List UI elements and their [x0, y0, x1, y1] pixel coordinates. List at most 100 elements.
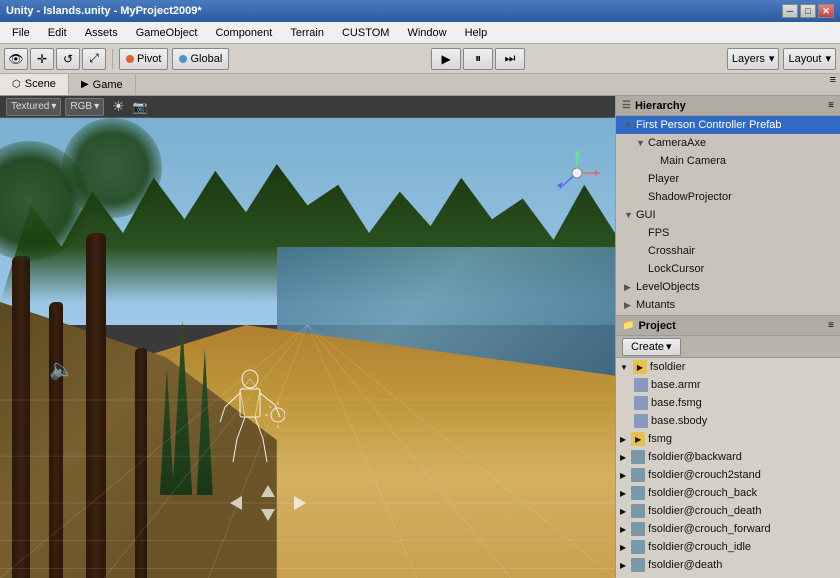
hierarchy-item-8[interactable]: LockCursor — [616, 260, 840, 278]
project-label-4: fsmg — [648, 433, 672, 445]
menu-file[interactable]: File — [4, 25, 38, 41]
hierarchy-item-2[interactable]: Main Camera — [616, 152, 840, 170]
hierarchy-label-10: Mutants — [636, 299, 675, 311]
rotate-tool-button[interactable]: ↺ — [56, 48, 80, 70]
color-mode-dropdown[interactable]: RGB ▾ — [65, 98, 104, 116]
hierarchy-collapse-btn[interactable]: ≡ — [828, 100, 834, 111]
hierarchy-label-2: Main Camera — [660, 155, 726, 167]
tree-trunk-4 — [135, 348, 147, 578]
project-label-6: fsoldier@crouch2stand — [648, 469, 761, 481]
anim-icon-8 — [631, 504, 645, 518]
expand-11: ▶ — [620, 561, 626, 570]
hierarchy-label-7: Crosshair — [648, 245, 695, 257]
global-icon — [179, 55, 187, 63]
project-item-8[interactable]: ▶ fsoldier@crouch_death — [616, 502, 840, 520]
project-item-7[interactable]: ▶ fsoldier@crouch_back — [616, 484, 840, 502]
scene-tab-label: Scene — [25, 78, 56, 90]
maximize-button[interactable]: □ — [800, 4, 816, 18]
tab-game[interactable]: ▶ Game — [69, 74, 136, 95]
step-button[interactable]: ⏭ — [495, 48, 525, 70]
menu-help[interactable]: Help — [457, 25, 496, 41]
minimize-button[interactable]: ─ — [782, 4, 798, 18]
layout-label: Layout — [788, 53, 821, 65]
hierarchy-item-1[interactable]: ▼ CameraAxe — [616, 134, 840, 152]
scale-tool-button[interactable]: ⤢ — [82, 48, 106, 70]
expand-arrow-0: ▼ — [624, 120, 634, 130]
hierarchy-item-11[interactable]: Performance — [616, 314, 840, 315]
hierarchy-label-9: LevelObjects — [636, 281, 700, 293]
project-item-1[interactable]: base.armr — [616, 376, 840, 394]
eye-tool-button[interactable]: 👁 — [4, 48, 28, 70]
expand-5: ▶ — [620, 453, 626, 462]
separator-1 — [112, 49, 113, 69]
shading-dropdown-arrow: ▾ — [51, 101, 56, 112]
tab-scene[interactable]: ⬡ Scene — [0, 74, 69, 95]
project-collapse-btn[interactable]: ≡ — [828, 320, 834, 331]
pivot-icon — [126, 55, 134, 63]
anim-icon-7 — [631, 486, 645, 500]
pause-button[interactable]: ⏸ — [463, 48, 493, 70]
expand-8: ▶ — [620, 507, 626, 516]
tree-trunk-2 — [49, 302, 63, 578]
project-item-6[interactable]: ▶ fsoldier@crouch2stand — [616, 466, 840, 484]
hierarchy-item-0[interactable]: ▼ First Person Controller Prefab — [616, 116, 840, 134]
menu-assets[interactable]: Assets — [77, 25, 126, 41]
expand-10: ▶ — [620, 543, 626, 552]
project-item-0[interactable]: ▼ ▶ fsoldier — [616, 358, 840, 376]
expand-arrow-1: ▼ — [636, 138, 646, 148]
create-arrow: ▾ — [666, 340, 672, 353]
menu-component[interactable]: Component — [207, 25, 280, 41]
hierarchy-header: ☰ Hierarchy ≡ — [616, 96, 840, 116]
close-button[interactable]: ✕ — [818, 4, 834, 18]
right-panel: ☰ Hierarchy ≡ ▼ First Person Controller … — [615, 96, 840, 578]
color-dropdown-arrow: ▾ — [94, 101, 99, 112]
menu-gameobject[interactable]: GameObject — [128, 25, 206, 41]
main-layout: Textured ▾ RGB ▾ ☀ 📷 — [0, 96, 840, 578]
hierarchy-item-6[interactable]: FPS — [616, 224, 840, 242]
move-tool-button[interactable]: ✛ — [30, 48, 54, 70]
create-button[interactable]: Create ▾ — [622, 338, 681, 356]
project-item-5[interactable]: ▶ fsoldier@backward — [616, 448, 840, 466]
shading-mode-dropdown[interactable]: Textured ▾ — [6, 98, 61, 116]
project-item-11[interactable]: ▶ fsoldier@death — [616, 556, 840, 574]
project-item-9[interactable]: ▶ fsoldier@crouch_forward — [616, 520, 840, 538]
scene-tab-icon: ⬡ — [12, 79, 21, 90]
palm-top-2 — [62, 118, 162, 218]
pivot-button[interactable]: Pivot — [119, 48, 168, 70]
anim-icon-5 — [631, 450, 645, 464]
menu-window[interactable]: Window — [399, 25, 454, 41]
layout-dropdown[interactable]: Layout ▾ — [783, 48, 836, 70]
folder-icon-0: ▶ — [633, 360, 647, 374]
hierarchy-item-3[interactable]: Player — [616, 170, 840, 188]
global-button[interactable]: Global — [172, 48, 229, 70]
project-item-10[interactable]: ▶ fsoldier@crouch_idle — [616, 538, 840, 556]
hierarchy-item-5[interactable]: ▼ GUI — [616, 206, 840, 224]
hierarchy-item-7[interactable]: Crosshair — [616, 242, 840, 260]
hierarchy-list: ▼ First Person Controller Prefab ▼ Camer… — [616, 116, 840, 315]
scene-viewport[interactable]: Textured ▾ RGB ▾ ☀ 📷 — [0, 96, 615, 578]
layers-arrow: ▾ — [769, 52, 775, 65]
layers-dropdown[interactable]: Layers ▾ — [727, 48, 780, 70]
project-item-3[interactable]: base.sbody — [616, 412, 840, 430]
project-label-0: fsoldier — [650, 361, 685, 373]
hierarchy-item-10[interactable]: ▶ Mutants — [616, 296, 840, 314]
menu-custom[interactable]: CUSTOM — [334, 25, 397, 41]
tree-trunk-1 — [12, 256, 30, 578]
play-button[interactable]: ▶ — [431, 48, 461, 70]
color-mode-label: RGB — [70, 101, 92, 112]
transform-tools: 👁 ✛ ↺ ⤢ — [4, 48, 106, 70]
hierarchy-label-6: FPS — [648, 227, 669, 239]
menu-edit[interactable]: Edit — [40, 25, 75, 41]
camera-icon: 📷 — [133, 100, 148, 114]
menu-terrain[interactable]: Terrain — [282, 25, 332, 41]
tabs-collapse-btn[interactable]: ≡ — [826, 74, 840, 95]
viewport-toolbar: Textured ▾ RGB ▾ ☀ 📷 — [0, 96, 615, 118]
project-item-4[interactable]: ▶ ▶ fsmg — [616, 430, 840, 448]
hierarchy-label-0: First Person Controller Prefab — [636, 119, 782, 131]
game-tab-label: Game — [93, 79, 123, 91]
global-label: Global — [190, 53, 222, 65]
hierarchy-item-4[interactable]: ShadowProjector — [616, 188, 840, 206]
project-item-2[interactable]: base.fsmg — [616, 394, 840, 412]
shading-mode-label: Textured — [11, 101, 49, 112]
hierarchy-item-9[interactable]: ▶ LevelObjects — [616, 278, 840, 296]
